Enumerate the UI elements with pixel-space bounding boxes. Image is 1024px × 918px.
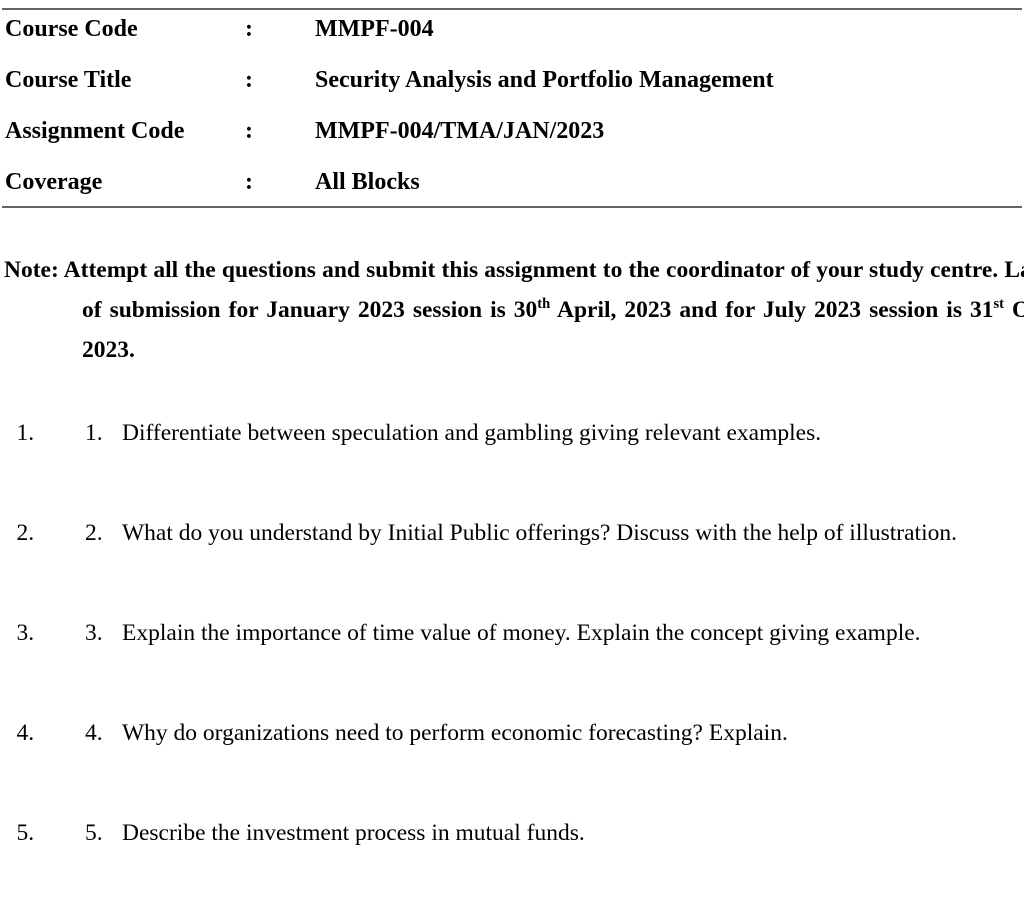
course-info-table: Course Code : MMPF-004 Course Title : Se… (0, 16, 1024, 195)
header-top-rule (2, 8, 1022, 10)
question-list: 1. Differentiate between speculation and… (0, 418, 1024, 918)
note-ordinal-suffix-th: th (537, 295, 551, 312)
list-item: 4. Why do organizations need to perform … (40, 718, 1024, 818)
submission-note: Note: Attempt all the questions and subm… (4, 250, 1024, 370)
table-row: Coverage : All Blocks (0, 169, 1024, 195)
course-title-value: Security Analysis and Portfolio Manageme… (315, 67, 774, 93)
question-number: 5. (85, 820, 103, 846)
assignment-code-separator: : (245, 118, 253, 144)
coverage-separator: : (245, 169, 253, 195)
course-title-separator: : (245, 67, 253, 93)
assignment-code-label: Assignment Code (5, 118, 185, 144)
coverage-label: Coverage (5, 169, 103, 195)
course-code-separator: : (245, 16, 253, 42)
question-text: Explain the importance of time value of … (122, 620, 921, 646)
list-item: 2. What do you understand by Initial Pub… (40, 518, 1024, 618)
note-text-part-2: April, 2023 and for July 2023 session is… (550, 296, 994, 323)
course-code-value: MMPF-004 (315, 16, 434, 42)
list-item: 1. Differentiate between speculation and… (40, 418, 1024, 518)
question-text: Differentiate between speculation and ga… (122, 420, 822, 446)
table-row: Course Title : Security Analysis and Por… (0, 67, 1024, 118)
question-text: Why do organizations need to perform eco… (122, 720, 788, 746)
table-row: Assignment Code : MMPF-004/TMA/JAN/2023 (0, 118, 1024, 169)
list-item: 3. Explain the importance of time value … (40, 618, 1024, 718)
question-number: 3. (85, 620, 103, 646)
list-item: 5. Describe the investment process in mu… (40, 818, 1024, 918)
table-row: Course Code : MMPF-004 (0, 16, 1024, 67)
question-text: Describe the investment process in mutua… (122, 820, 585, 846)
course-code-label: Course Code (5, 16, 138, 42)
course-title-label: Course Title (5, 67, 132, 93)
document-page: Course Code : MMPF-004 Course Title : Se… (0, 0, 1024, 846)
course-info-body: Course Code : MMPF-004 Course Title : Se… (0, 16, 1024, 195)
assignment-code-value: MMPF-004/TMA/JAN/2023 (315, 118, 605, 144)
note-ordinal-suffix-st: st (993, 295, 1005, 312)
question-text: What do you understand by Initial Public… (122, 520, 957, 546)
header-bottom-rule (2, 206, 1022, 208)
question-number: 1. (85, 420, 103, 446)
question-number: 2. (85, 520, 103, 546)
coverage-value: All Blocks (315, 169, 420, 195)
question-number: 4. (85, 720, 103, 746)
